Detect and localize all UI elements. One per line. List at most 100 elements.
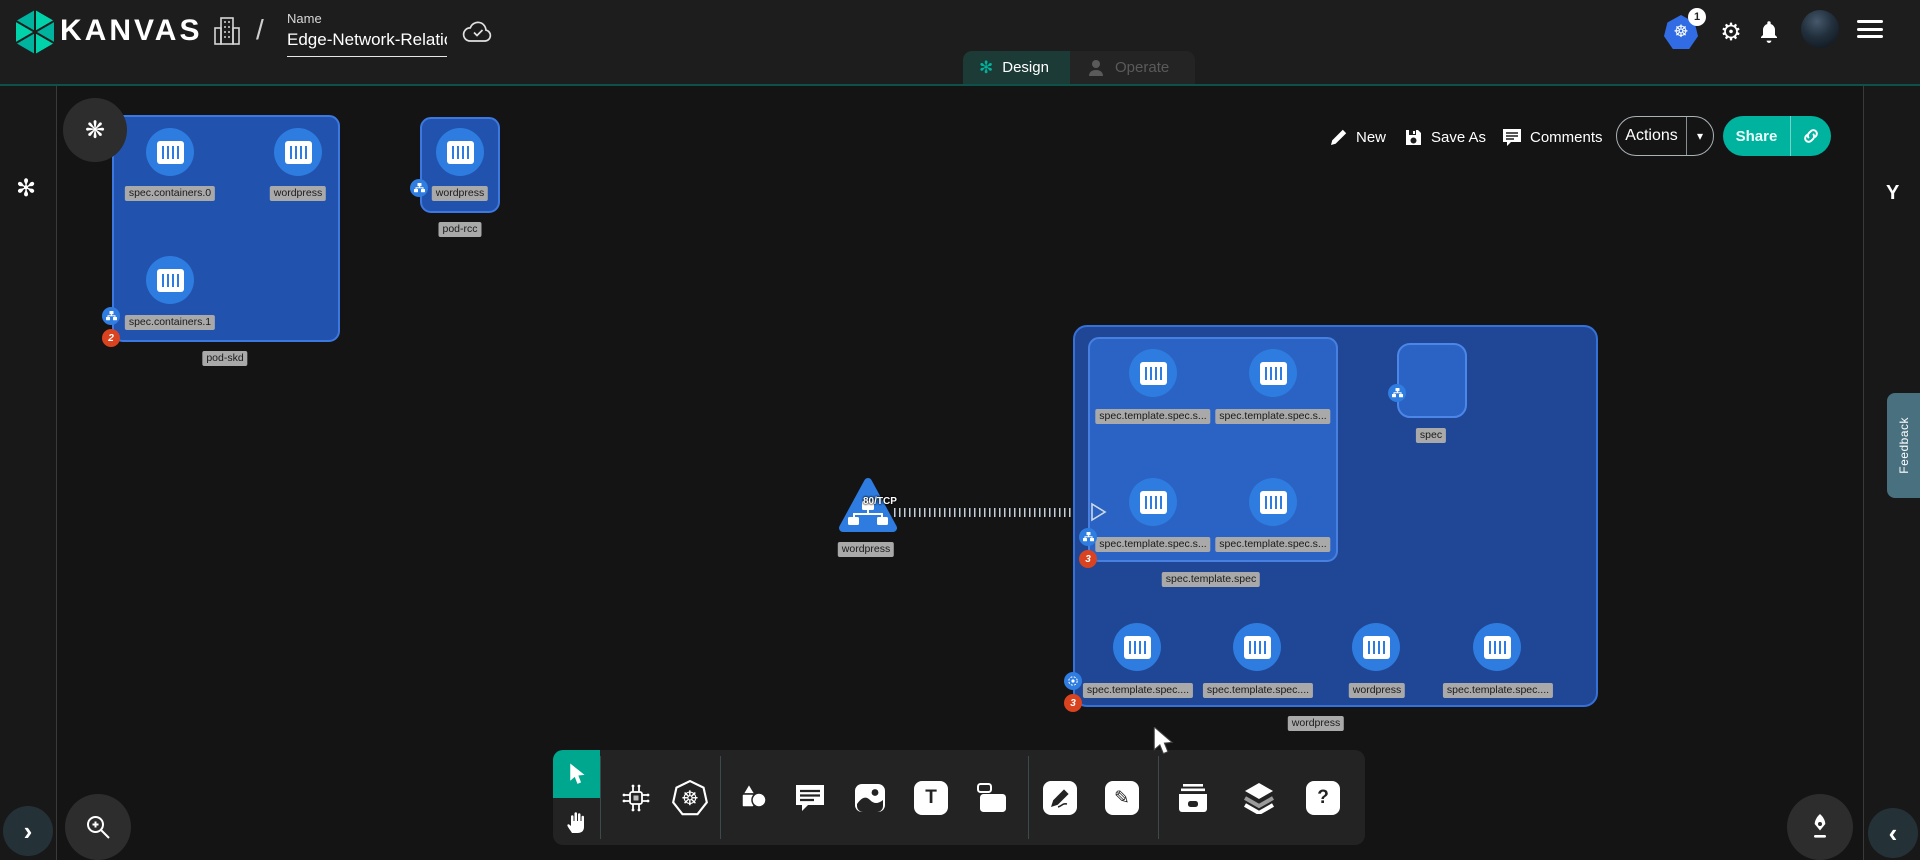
copy-link-button[interactable]	[1791, 126, 1831, 146]
layers-icon	[1242, 782, 1276, 814]
node-label: wordpress	[432, 186, 488, 201]
freehand-tool-button[interactable]: ✎	[1101, 777, 1143, 819]
pod-icon	[1392, 388, 1403, 398]
kanvas-logo-icon[interactable]	[14, 9, 56, 55]
operate-tab-label: Operate	[1115, 59, 1169, 76]
container-node[interactable]	[1249, 478, 1297, 526]
container-node[interactable]	[1233, 623, 1281, 671]
note-tool-button[interactable]	[971, 777, 1013, 819]
group-label: spec.template.spec	[1162, 572, 1260, 587]
expand-left-panel-button[interactable]: ›	[3, 806, 53, 856]
zoom-search-button[interactable]	[65, 794, 131, 860]
service-node-wordpress[interactable]	[838, 477, 898, 540]
organization-icon[interactable]	[212, 15, 242, 47]
toolbar-divider	[720, 756, 721, 839]
pen-tool-button[interactable]	[1039, 777, 1081, 819]
help-tool-button[interactable]: ?	[1302, 777, 1344, 819]
group-spec[interactable]	[1397, 343, 1467, 418]
service-edge[interactable]	[894, 508, 1092, 517]
container-node-wordpress[interactable]	[274, 128, 322, 176]
container-icon	[1140, 491, 1167, 514]
container-node-spec-containers-1[interactable]	[146, 256, 194, 304]
comments-button[interactable]: Comments	[1502, 124, 1603, 150]
spec-type-badge	[1388, 384, 1406, 402]
actions-label: Actions	[1617, 127, 1686, 145]
design-tab-label: Design	[1002, 59, 1049, 76]
kubernetes-context-button[interactable]: ☸ 1	[1664, 15, 1698, 49]
mouse-cursor	[1152, 727, 1174, 755]
pod-type-badge	[102, 307, 120, 325]
magnifier-plus-icon	[84, 813, 112, 841]
container-node[interactable]	[1129, 349, 1177, 397]
branch-icon[interactable]: Y	[1886, 182, 1899, 205]
main-menu-button[interactable]	[1857, 20, 1883, 38]
notifications-button[interactable]	[1757, 18, 1781, 44]
save-as-button[interactable]: Save As	[1404, 124, 1486, 150]
gear-icon: ⚙	[1720, 18, 1742, 47]
comment-tool-button[interactable]	[789, 777, 831, 819]
new-button[interactable]: New	[1330, 124, 1386, 150]
container-node[interactable]	[1473, 623, 1521, 671]
canvas-settings-button[interactable]: ❋	[63, 98, 127, 162]
container-icon	[1140, 362, 1167, 385]
error-count-badge[interactable]: 3	[1064, 694, 1082, 712]
image-tool-button[interactable]	[849, 777, 891, 819]
group-spec-template-spec[interactable]	[1088, 337, 1338, 562]
pan-tool-button[interactable]	[553, 798, 600, 845]
container-node-spec-containers-0[interactable]	[146, 128, 194, 176]
meshery-swirl-icon[interactable]: ✻	[16, 174, 36, 203]
group-label: pod-rcc	[438, 222, 481, 237]
design-name-input[interactable]	[287, 30, 447, 57]
error-count-badge[interactable]: 2	[102, 329, 120, 347]
shapes-tool-button[interactable]	[732, 777, 774, 819]
container-node-wordpress[interactable]	[436, 128, 484, 176]
kubernetes-tool-button[interactable]: ☸	[669, 777, 711, 819]
pod-type-badge	[410, 179, 428, 197]
question-icon: ?	[1306, 781, 1340, 815]
group-label: pod-skd	[202, 351, 247, 366]
node-label: wordpress	[838, 542, 894, 557]
error-count-badge[interactable]: 3	[1079, 550, 1097, 568]
node-label: spec.containers.1	[125, 315, 215, 330]
layers-tool-button[interactable]	[1238, 777, 1280, 819]
hamburger-icon	[1857, 20, 1883, 38]
actions-split-button[interactable]: Actions ▾	[1616, 116, 1714, 156]
container-node[interactable]	[1129, 478, 1177, 526]
pod-icon	[106, 311, 117, 321]
container-icon	[1244, 636, 1271, 659]
pen-path-icon	[1043, 781, 1077, 815]
container-node[interactable]	[1249, 349, 1297, 397]
components-tool-button[interactable]	[615, 777, 657, 819]
share-split-button[interactable]: Share	[1723, 116, 1831, 156]
avatar	[1801, 10, 1839, 48]
toolbar-divider	[600, 756, 601, 839]
node-label: spec.template.spec....	[1203, 683, 1313, 698]
pen-drawing-button[interactable]	[1787, 794, 1853, 860]
text-tool-button[interactable]: T	[910, 777, 952, 819]
logo-wordmark[interactable]: KANVAS	[60, 14, 202, 48]
image-icon	[854, 783, 886, 813]
deployment-type-badge	[1064, 672, 1082, 690]
settings-button[interactable]: ⚙	[1718, 18, 1744, 46]
container-icon	[1260, 491, 1287, 514]
comments-label: Comments	[1530, 129, 1603, 146]
container-node[interactable]	[1352, 623, 1400, 671]
expand-right-panel-button[interactable]: ‹	[1868, 808, 1918, 858]
tab-operate[interactable]: Operate	[1070, 51, 1195, 84]
user-avatar[interactable]	[1801, 10, 1839, 48]
caret-down-icon[interactable]: ▾	[1687, 129, 1713, 143]
chevron-right-icon: ›	[24, 818, 33, 844]
tab-design[interactable]: ✻ Design	[963, 51, 1070, 84]
container-node[interactable]	[1113, 623, 1161, 671]
pod-type-badge	[1079, 528, 1097, 546]
feedback-tab[interactable]: Feedback	[1887, 393, 1920, 498]
container-icon	[1124, 636, 1151, 659]
container-icon	[1260, 362, 1287, 385]
pod-icon	[1083, 532, 1094, 542]
select-tool-button[interactable]	[553, 750, 600, 798]
archive-tool-button[interactable]	[1172, 777, 1214, 819]
pencil-icon	[1330, 128, 1348, 146]
bell-icon	[1757, 18, 1781, 44]
comment-icon	[794, 783, 826, 813]
container-icon	[157, 269, 184, 292]
